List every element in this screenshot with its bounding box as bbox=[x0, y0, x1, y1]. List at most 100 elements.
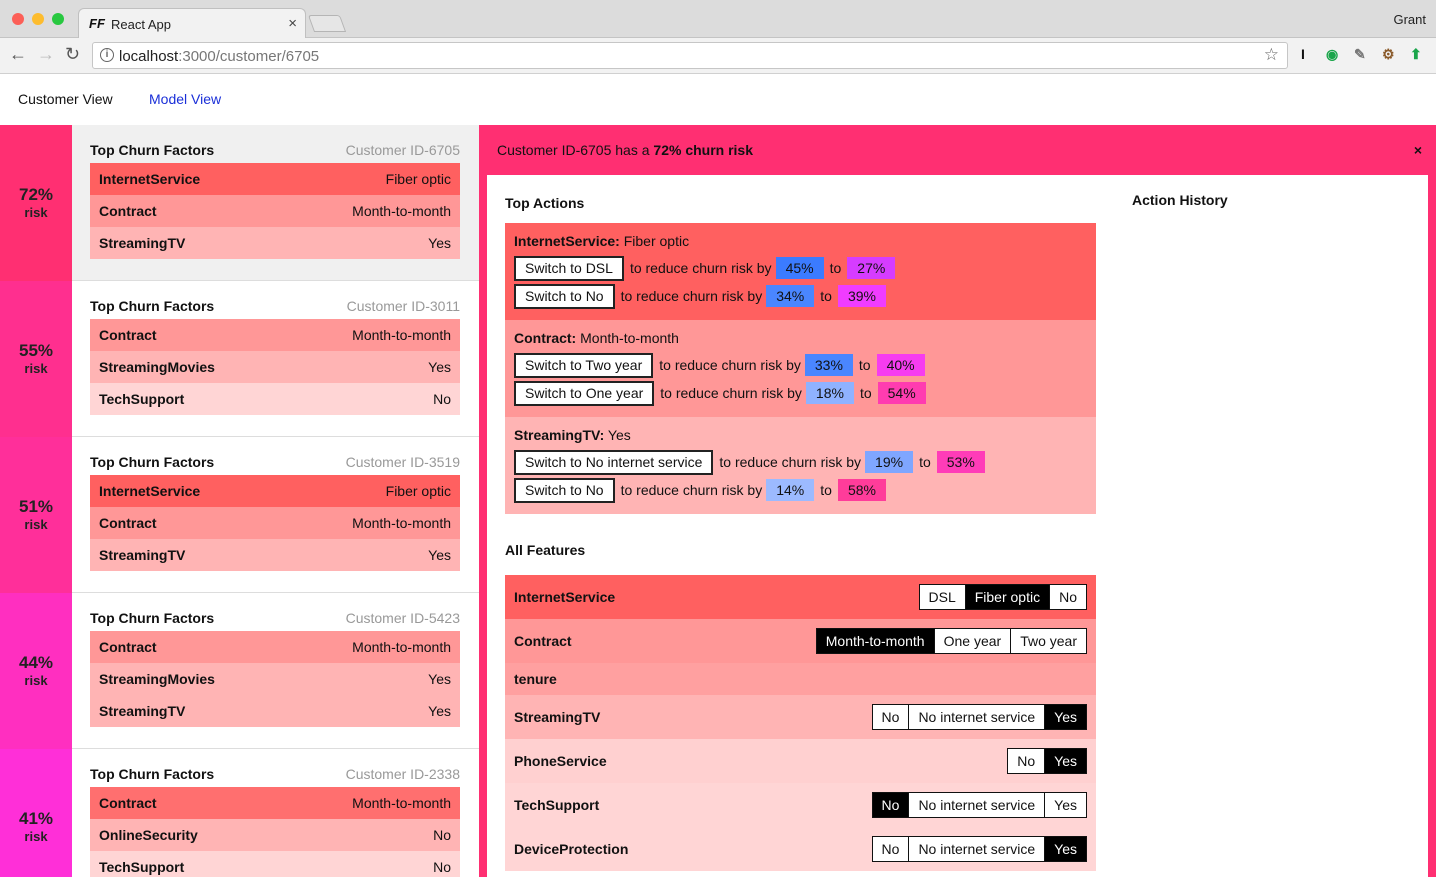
feature-option-selector: No No internet service Yes bbox=[871, 704, 1087, 730]
reduce-text: to reduce churn risk by bbox=[719, 454, 862, 470]
factor-name: Contract bbox=[99, 795, 157, 811]
feature-option[interactable]: Yes bbox=[1044, 837, 1086, 861]
churn-factor-row: StreamingMovies Yes bbox=[90, 663, 460, 695]
feature-option[interactable]: Month-to-month bbox=[816, 629, 934, 653]
switch-action-button[interactable]: Switch to Two year bbox=[514, 352, 654, 378]
close-detail-icon[interactable]: × bbox=[1414, 142, 1422, 158]
top-actions-list: InternetService: Fiber optic Switch to DS… bbox=[505, 223, 1096, 514]
extension-grammar-icon[interactable]: ◉ bbox=[1326, 46, 1338, 63]
extension-i-icon[interactable]: I bbox=[1301, 46, 1305, 62]
factor-name: InternetService bbox=[99, 171, 201, 187]
feature-option[interactable]: Two year bbox=[1010, 629, 1086, 653]
factor-name: TechSupport bbox=[99, 391, 185, 407]
churn-factor-row: InternetService Fiber optic bbox=[90, 475, 460, 507]
factor-value: Month-to-month bbox=[352, 639, 451, 655]
customer-id: Customer ID-5423 bbox=[345, 610, 460, 626]
card-body: Top Churn Factors Customer ID-6705 Interne… bbox=[90, 125, 460, 259]
card-title: Top Churn Factors bbox=[90, 298, 215, 314]
to-text: to bbox=[859, 385, 872, 401]
address-bar[interactable]: i localhost:3000/customer/6705 ☆ bbox=[92, 42, 1288, 69]
card-header: Top Churn Factors Customer ID-2338 bbox=[90, 749, 460, 787]
action-row: Switch to DSL to reduce churn risk by 45% t… bbox=[514, 254, 1087, 282]
forward-arrow-icon[interactable]: → bbox=[37, 44, 55, 65]
new-tab-button[interactable] bbox=[307, 15, 347, 32]
switch-action-button[interactable]: Switch to One year bbox=[514, 380, 655, 406]
feature-option[interactable]: No bbox=[873, 705, 909, 729]
customer-card[interactable]: 51% risk Top Churn Factors Customer ID-3519… bbox=[0, 437, 479, 593]
minimize-window-icon[interactable] bbox=[32, 13, 44, 25]
factor-value: Yes bbox=[428, 703, 451, 719]
feature-row: PhoneService No Yes bbox=[505, 739, 1096, 783]
customer-id: Customer ID-2338 bbox=[345, 766, 460, 782]
close-window-icon[interactable] bbox=[12, 13, 24, 25]
switch-action-button[interactable]: Switch to No bbox=[514, 477, 615, 503]
back-arrow-icon[interactable]: ← bbox=[9, 44, 27, 65]
extension-bug-icon[interactable]: ⚙ bbox=[1382, 46, 1395, 63]
factor-value: Yes bbox=[428, 671, 451, 687]
action-group: StreamingTV: Yes Switch to No internet se… bbox=[505, 417, 1096, 514]
extension-pen-icon[interactable]: ✎ bbox=[1354, 46, 1366, 63]
feature-option[interactable]: No bbox=[873, 837, 909, 861]
browser-tab[interactable]: FF React App × bbox=[78, 8, 306, 39]
action-group: Contract: Month-to-month Switch to Two ye… bbox=[505, 320, 1096, 417]
nav-model-view[interactable]: Model View bbox=[149, 91, 221, 107]
card-title: Top Churn Factors bbox=[90, 766, 215, 782]
factor-name: InternetService bbox=[99, 483, 201, 499]
risk-badge: 72% risk bbox=[0, 125, 72, 281]
factor-name: StreamingTV bbox=[99, 547, 186, 563]
tab-close-icon[interactable]: × bbox=[288, 15, 297, 32]
url-path: :3000/customer/6705 bbox=[178, 48, 320, 65]
churn-factor-row: TechSupport No bbox=[90, 383, 460, 415]
feature-option[interactable]: DSL bbox=[920, 585, 965, 609]
customer-card[interactable]: 55% risk Top Churn Factors Customer ID-3011… bbox=[0, 281, 479, 437]
factor-name: OnlineSecurity bbox=[99, 827, 198, 843]
customer-card[interactable]: 72% risk Top Churn Factors Customer ID-6705… bbox=[0, 125, 479, 281]
new-risk-pill: 54% bbox=[877, 382, 926, 404]
risk-label: risk bbox=[24, 829, 48, 844]
card-title: Top Churn Factors bbox=[90, 454, 215, 470]
switch-action-button[interactable]: Switch to No bbox=[514, 283, 615, 309]
feature-option[interactable]: Fiber optic bbox=[964, 585, 1050, 609]
reload-icon[interactable]: ↻ bbox=[65, 44, 80, 65]
factor-value: Fiber optic bbox=[385, 171, 451, 187]
feature-row: DeviceProtection No No internet service Yes bbox=[505, 827, 1096, 871]
reduction-pill: 33% bbox=[804, 354, 853, 376]
feature-option-selector: No Yes bbox=[1007, 748, 1087, 774]
maximize-window-icon[interactable] bbox=[52, 13, 64, 25]
feature-option[interactable]: No bbox=[1008, 749, 1044, 773]
feature-option-selector: DSL Fiber optic No bbox=[918, 584, 1087, 610]
reduction-pill: 14% bbox=[766, 479, 815, 501]
switch-action-button[interactable]: Switch to No internet service bbox=[514, 449, 714, 475]
switch-action-button[interactable]: Switch to DSL bbox=[514, 255, 624, 281]
feature-option[interactable]: No bbox=[1049, 585, 1086, 609]
feature-option[interactable]: No bbox=[872, 793, 909, 817]
action-feature-value: Month-to-month bbox=[580, 330, 679, 346]
factor-value: Yes bbox=[428, 359, 451, 375]
feature-option[interactable]: One year bbox=[933, 629, 1011, 653]
factor-value: Month-to-month bbox=[352, 327, 451, 343]
risk-label: risk bbox=[24, 361, 48, 376]
customer-list: 72% risk Top Churn Factors Customer ID-6705… bbox=[0, 125, 479, 877]
bookmark-star-icon[interactable]: ☆ bbox=[1264, 45, 1279, 65]
feature-option[interactable]: Yes bbox=[1044, 793, 1086, 817]
customer-card[interactable]: 41% risk Top Churn Factors Customer ID-2338… bbox=[0, 749, 479, 877]
factor-value: No bbox=[433, 859, 451, 875]
factor-name: StreamingTV bbox=[99, 235, 186, 251]
feature-option[interactable]: Yes bbox=[1044, 749, 1086, 773]
feature-option[interactable]: No internet service bbox=[908, 837, 1044, 861]
risk-percent: 44% bbox=[18, 653, 54, 672]
feature-option[interactable]: Yes bbox=[1044, 705, 1086, 729]
feature-option[interactable]: No internet service bbox=[908, 705, 1044, 729]
risk-percent: 41% bbox=[18, 809, 54, 828]
info-icon[interactable]: i bbox=[100, 48, 114, 62]
reduction-pill: 19% bbox=[865, 451, 914, 473]
feature-option[interactable]: No internet service bbox=[908, 793, 1044, 817]
profile-name[interactable]: Grant bbox=[1393, 12, 1426, 27]
to-text: to bbox=[820, 288, 832, 304]
extension-arrow-icon[interactable]: ⬆ bbox=[1410, 46, 1422, 63]
nav-customer-view[interactable]: Customer View bbox=[18, 91, 113, 107]
customer-card[interactable]: 44% risk Top Churn Factors Customer ID-5423… bbox=[0, 593, 479, 749]
customer-detail-panel: Customer ID-6705 has a 72% churn risk × … bbox=[479, 125, 1436, 877]
factor-name: StreamingMovies bbox=[99, 671, 215, 687]
factor-name: StreamingMovies bbox=[99, 359, 215, 375]
